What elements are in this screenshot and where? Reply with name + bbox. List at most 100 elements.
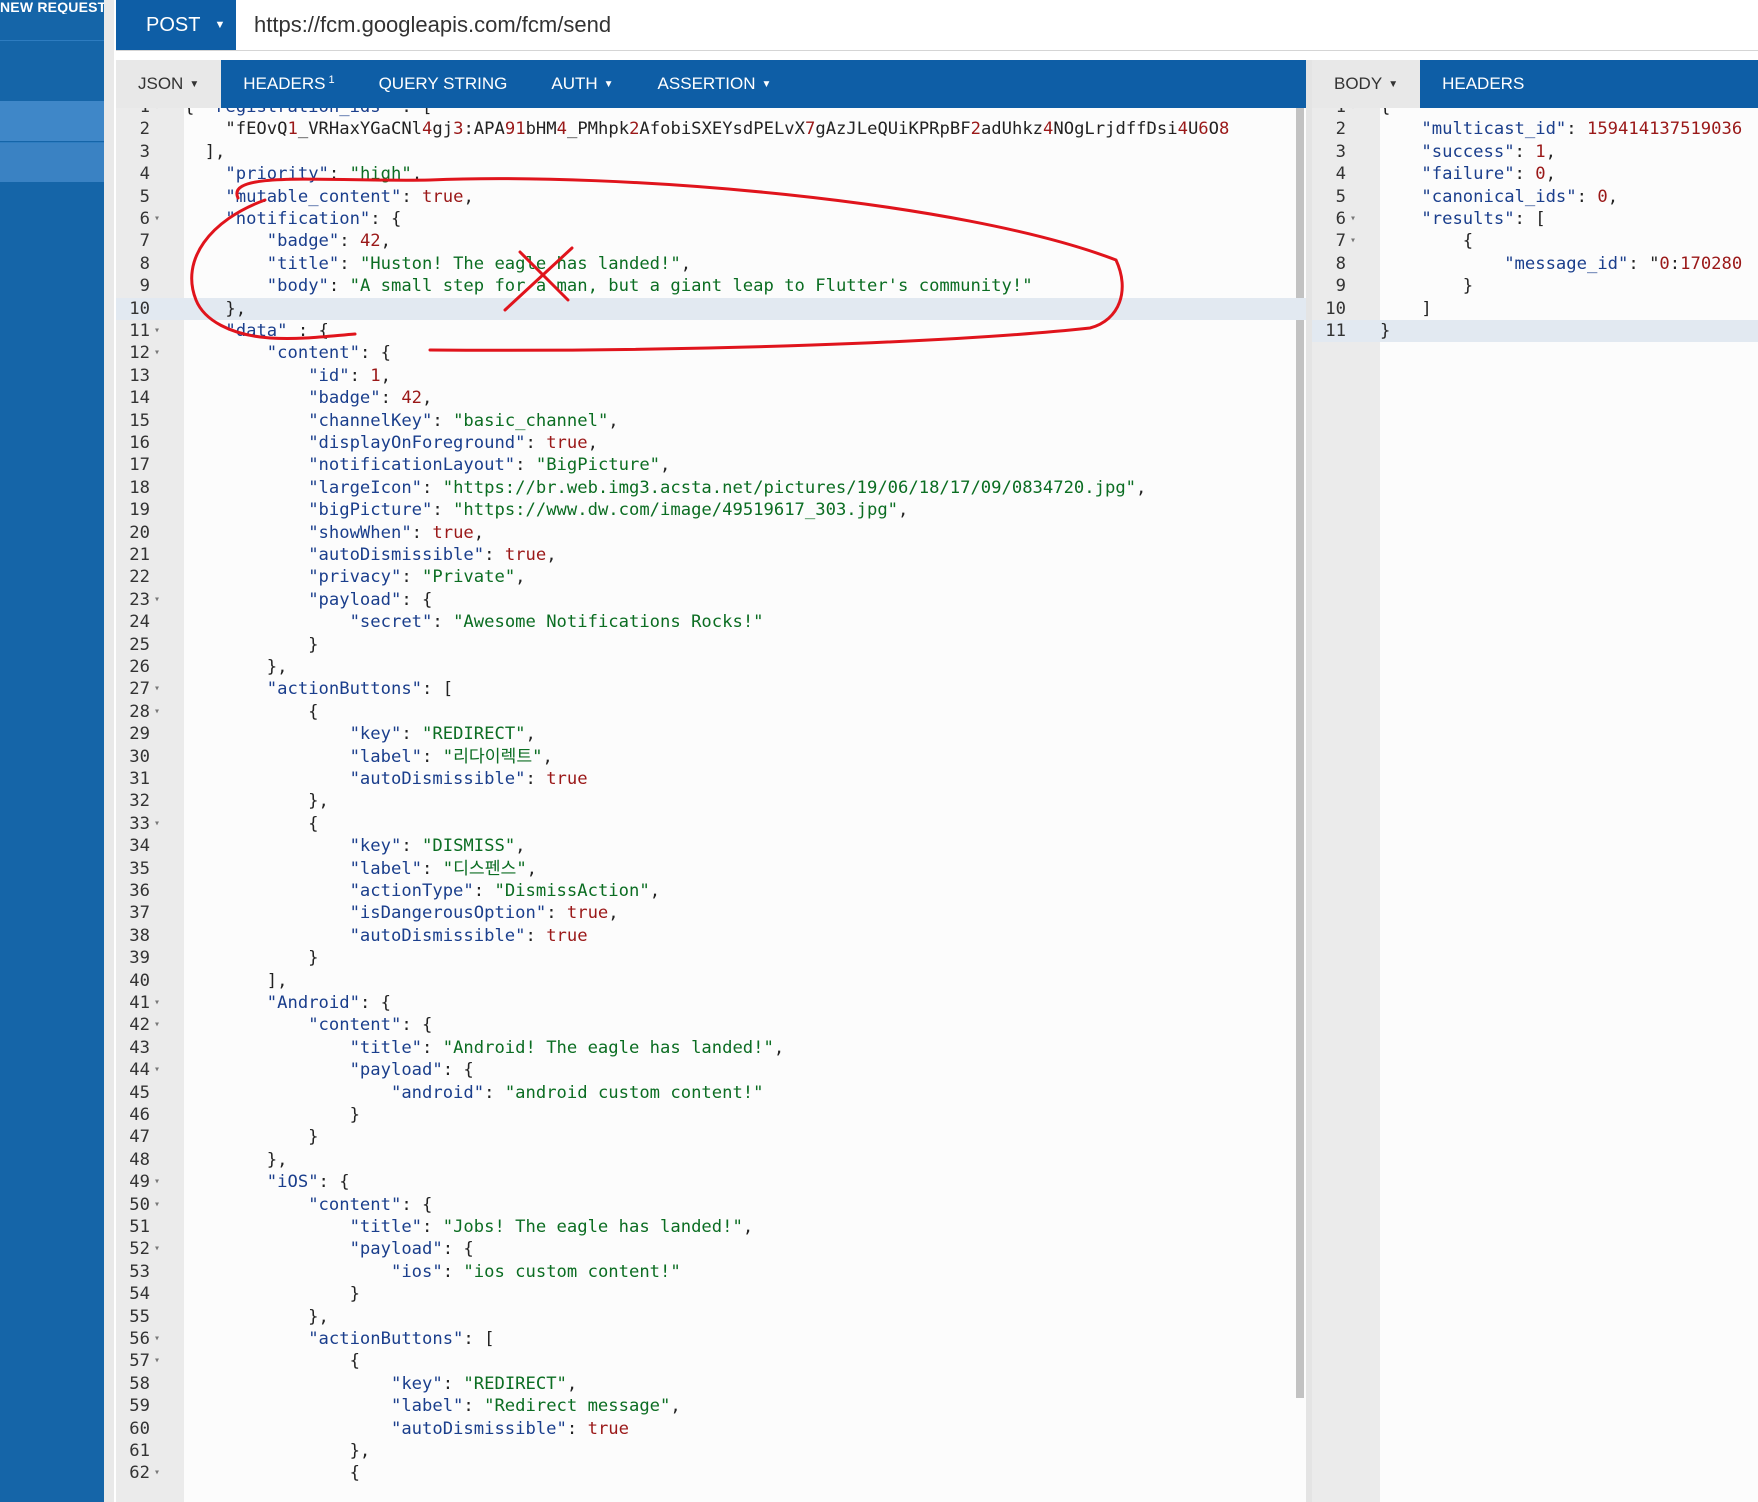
fold-toggle-icon[interactable]: ▾ — [154, 701, 160, 723]
tab-body[interactable]: BODY ▼ — [1312, 60, 1421, 108]
tab-query-string[interactable]: QUERY STRING — [357, 60, 530, 108]
code-line[interactable]: 10 }, — [116, 297, 1306, 320]
code-line[interactable]: 7 ▾ { — [1312, 230, 1758, 252]
sidebar-item-highlighted[interactable] — [0, 143, 104, 182]
code-line[interactable]: 6 ▾ "notification": { — [116, 208, 1306, 230]
code-line[interactable]: 49 ▾ "iOS": { — [116, 1171, 1306, 1193]
fold-toggle-icon[interactable]: ▾ — [154, 1059, 160, 1081]
fold-toggle-icon[interactable]: ▾ — [154, 1014, 160, 1036]
code-line[interactable]: 9 } — [1312, 275, 1758, 297]
tab-json[interactable]: JSON ▼ — [116, 60, 222, 108]
code-line[interactable]: 31 "autoDismissible": true — [116, 768, 1306, 790]
code-line[interactable]: 21 "autoDismissible": true, — [116, 544, 1306, 566]
code-line[interactable]: 27 ▾ "actionButtons": [ — [116, 678, 1306, 700]
fold-toggle-icon[interactable]: ▾ — [1350, 230, 1356, 252]
fold-toggle-icon[interactable]: ▾ — [154, 1462, 160, 1484]
code-line[interactable]: 41 ▾ "Android": { — [116, 992, 1306, 1014]
code-line[interactable]: 51 "title": "Jobs! The eagle has landed!… — [116, 1216, 1306, 1238]
code-line[interactable]: 13 "id": 1, — [116, 365, 1306, 387]
code-line[interactable]: 38 "autoDismissible": true — [116, 925, 1306, 947]
code-line[interactable]: 19 "bigPicture": "https://www.dw.com/ima… — [116, 499, 1306, 521]
code-line[interactable]: 8 "message_id": "0:170280 — [1312, 253, 1758, 275]
fold-toggle-icon[interactable]: ▾ — [154, 208, 160, 230]
code-line[interactable]: 23 ▾ "payload": { — [116, 589, 1306, 611]
code-line[interactable]: 4 "priority": "high", — [116, 163, 1306, 185]
code-line[interactable]: 7 "badge": 42, — [116, 230, 1306, 252]
code-line[interactable]: 22 "privacy": "Private", — [116, 566, 1306, 588]
fold-toggle-icon[interactable]: ▾ — [154, 342, 160, 364]
code-line[interactable]: 9 "body": "A small step for a man, but a… — [116, 275, 1306, 297]
code-line[interactable]: 24 "secret": "Awesome Notifications Rock… — [116, 611, 1306, 633]
code-line[interactable]: 3 "success": 1, — [1312, 141, 1758, 163]
code-line[interactable]: 11 ▾ "data" : { — [116, 320, 1306, 342]
code-line[interactable]: 36 "actionType": "DismissAction", — [116, 880, 1306, 902]
code-line[interactable]: 59 "label": "Redirect message", — [116, 1395, 1306, 1417]
code-line[interactable]: 58 "key": "REDIRECT", — [116, 1373, 1306, 1395]
code-line[interactable]: 47 } — [116, 1126, 1306, 1148]
code-line[interactable]: 33 ▾ { — [116, 813, 1306, 835]
tab-headers[interactable]: HEADERS 1 — [221, 60, 356, 108]
code-line[interactable]: 43 "title": "Android! The eagle has land… — [116, 1037, 1306, 1059]
code-line[interactable]: 11} — [1312, 320, 1758, 343]
code-line[interactable]: 44 ▾ "payload": { — [116, 1059, 1306, 1081]
fold-toggle-icon[interactable]: ▾ — [154, 813, 160, 835]
code-line[interactable]: 25 } — [116, 634, 1306, 656]
code-line[interactable]: 5 "canonical_ids": 0, — [1312, 186, 1758, 208]
tab-auth[interactable]: AUTH ▼ — [529, 60, 635, 108]
code-line[interactable]: 32 }, — [116, 790, 1306, 812]
code-line[interactable]: 26 }, — [116, 656, 1306, 678]
sidebar-item-highlighted[interactable] — [0, 101, 104, 141]
fold-toggle-icon[interactable]: ▾ — [154, 992, 160, 1014]
code-line[interactable]: 30 "label": "리다이렉트", — [116, 746, 1306, 768]
code-line[interactable]: 40 ], — [116, 970, 1306, 992]
code-line[interactable]: 45 "android": "android custom content!" — [116, 1082, 1306, 1104]
new-request-button[interactable]: NEW REQUEST — [0, 0, 104, 14]
url-input[interactable]: https://fcm.googleapis.com/fcm/send — [254, 0, 611, 50]
code-line[interactable]: 20 "showWhen": true, — [116, 522, 1306, 544]
code-line[interactable]: 55 }, — [116, 1306, 1306, 1328]
fold-toggle-icon[interactable]: ▾ — [154, 320, 160, 342]
code-line[interactable]: 2 "multicast_id": 159414137519036 — [1312, 118, 1758, 140]
code-line[interactable]: 56 ▾ "actionButtons": [ — [116, 1328, 1306, 1350]
fold-toggle-icon[interactable]: ▾ — [154, 108, 160, 118]
code-line[interactable]: 4 "failure": 0, — [1312, 163, 1758, 185]
fold-toggle-icon[interactable]: ▾ — [154, 1171, 160, 1193]
tab-headers[interactable]: HEADERS — [1420, 60, 1546, 108]
tab-assertion[interactable]: ASSERTION ▼ — [636, 60, 794, 108]
code-line[interactable]: 17 "notificationLayout": "BigPicture", — [116, 454, 1306, 476]
fold-toggle-icon[interactable]: ▾ — [154, 1350, 160, 1372]
code-line[interactable]: 61 }, — [116, 1440, 1306, 1462]
code-line[interactable]: 46 } — [116, 1104, 1306, 1126]
code-line[interactable]: 8 "title": "Huston! The eagle has landed… — [116, 253, 1306, 275]
code-line[interactable]: 15 "channelKey": "basic_channel", — [116, 410, 1306, 432]
code-line[interactable]: 10 ] — [1312, 298, 1758, 320]
code-line[interactable]: 62 ▾ { — [116, 1462, 1306, 1484]
code-line[interactable]: 35 "label": "디스펜스", — [116, 858, 1306, 880]
code-line[interactable]: 14 "badge": 42, — [116, 387, 1306, 409]
code-line[interactable]: 18 "largeIcon": "https://br.web.img3.acs… — [116, 477, 1306, 499]
code-line[interactable]: 29 "key": "REDIRECT", — [116, 723, 1306, 745]
method-select[interactable]: POST ▼ — [116, 0, 236, 50]
code-line[interactable]: 1 ▾ { "registration_ids" : [ — [116, 108, 1306, 118]
code-line[interactable]: 1 ▾ { — [1312, 108, 1758, 118]
code-line[interactable]: 48 }, — [116, 1149, 1306, 1171]
code-line[interactable]: 28 ▾ { — [116, 701, 1306, 723]
code-line[interactable]: 50 ▾ "content": { — [116, 1194, 1306, 1216]
code-line[interactable]: 42 ▾ "content": { — [116, 1014, 1306, 1036]
code-line[interactable]: 6 ▾ "results": [ — [1312, 208, 1758, 230]
fold-toggle-icon[interactable]: ▾ — [1350, 108, 1356, 118]
fold-toggle-icon[interactable]: ▾ — [154, 589, 160, 611]
fold-toggle-icon[interactable]: ▾ — [1350, 208, 1356, 230]
code-line[interactable]: 52 ▾ "payload": { — [116, 1238, 1306, 1260]
code-line[interactable]: 16 "displayOnForeground": true, — [116, 432, 1306, 454]
code-line[interactable]: 5 "mutable_content": true, — [116, 186, 1306, 208]
request-json-editor[interactable]: 1▾{ "registration_ids" : [2 "fEOvQ1_VRHa… — [116, 108, 1306, 1502]
fold-toggle-icon[interactable]: ▾ — [154, 1194, 160, 1216]
code-line[interactable]: 34 "key": "DISMISS", — [116, 835, 1306, 857]
code-line[interactable]: 2 "fEOvQ1_VRHaxYGaCNl4gj3:APA91bHM4_PMhp… — [116, 118, 1306, 140]
fold-toggle-icon[interactable]: ▾ — [154, 1328, 160, 1350]
code-line[interactable]: 12 ▾ "content": { — [116, 342, 1306, 364]
code-line[interactable]: 60 "autoDismissible": true — [116, 1418, 1306, 1440]
code-line[interactable]: 54 } — [116, 1283, 1306, 1305]
code-line[interactable]: 37 "isDangerousOption": true, — [116, 902, 1306, 924]
